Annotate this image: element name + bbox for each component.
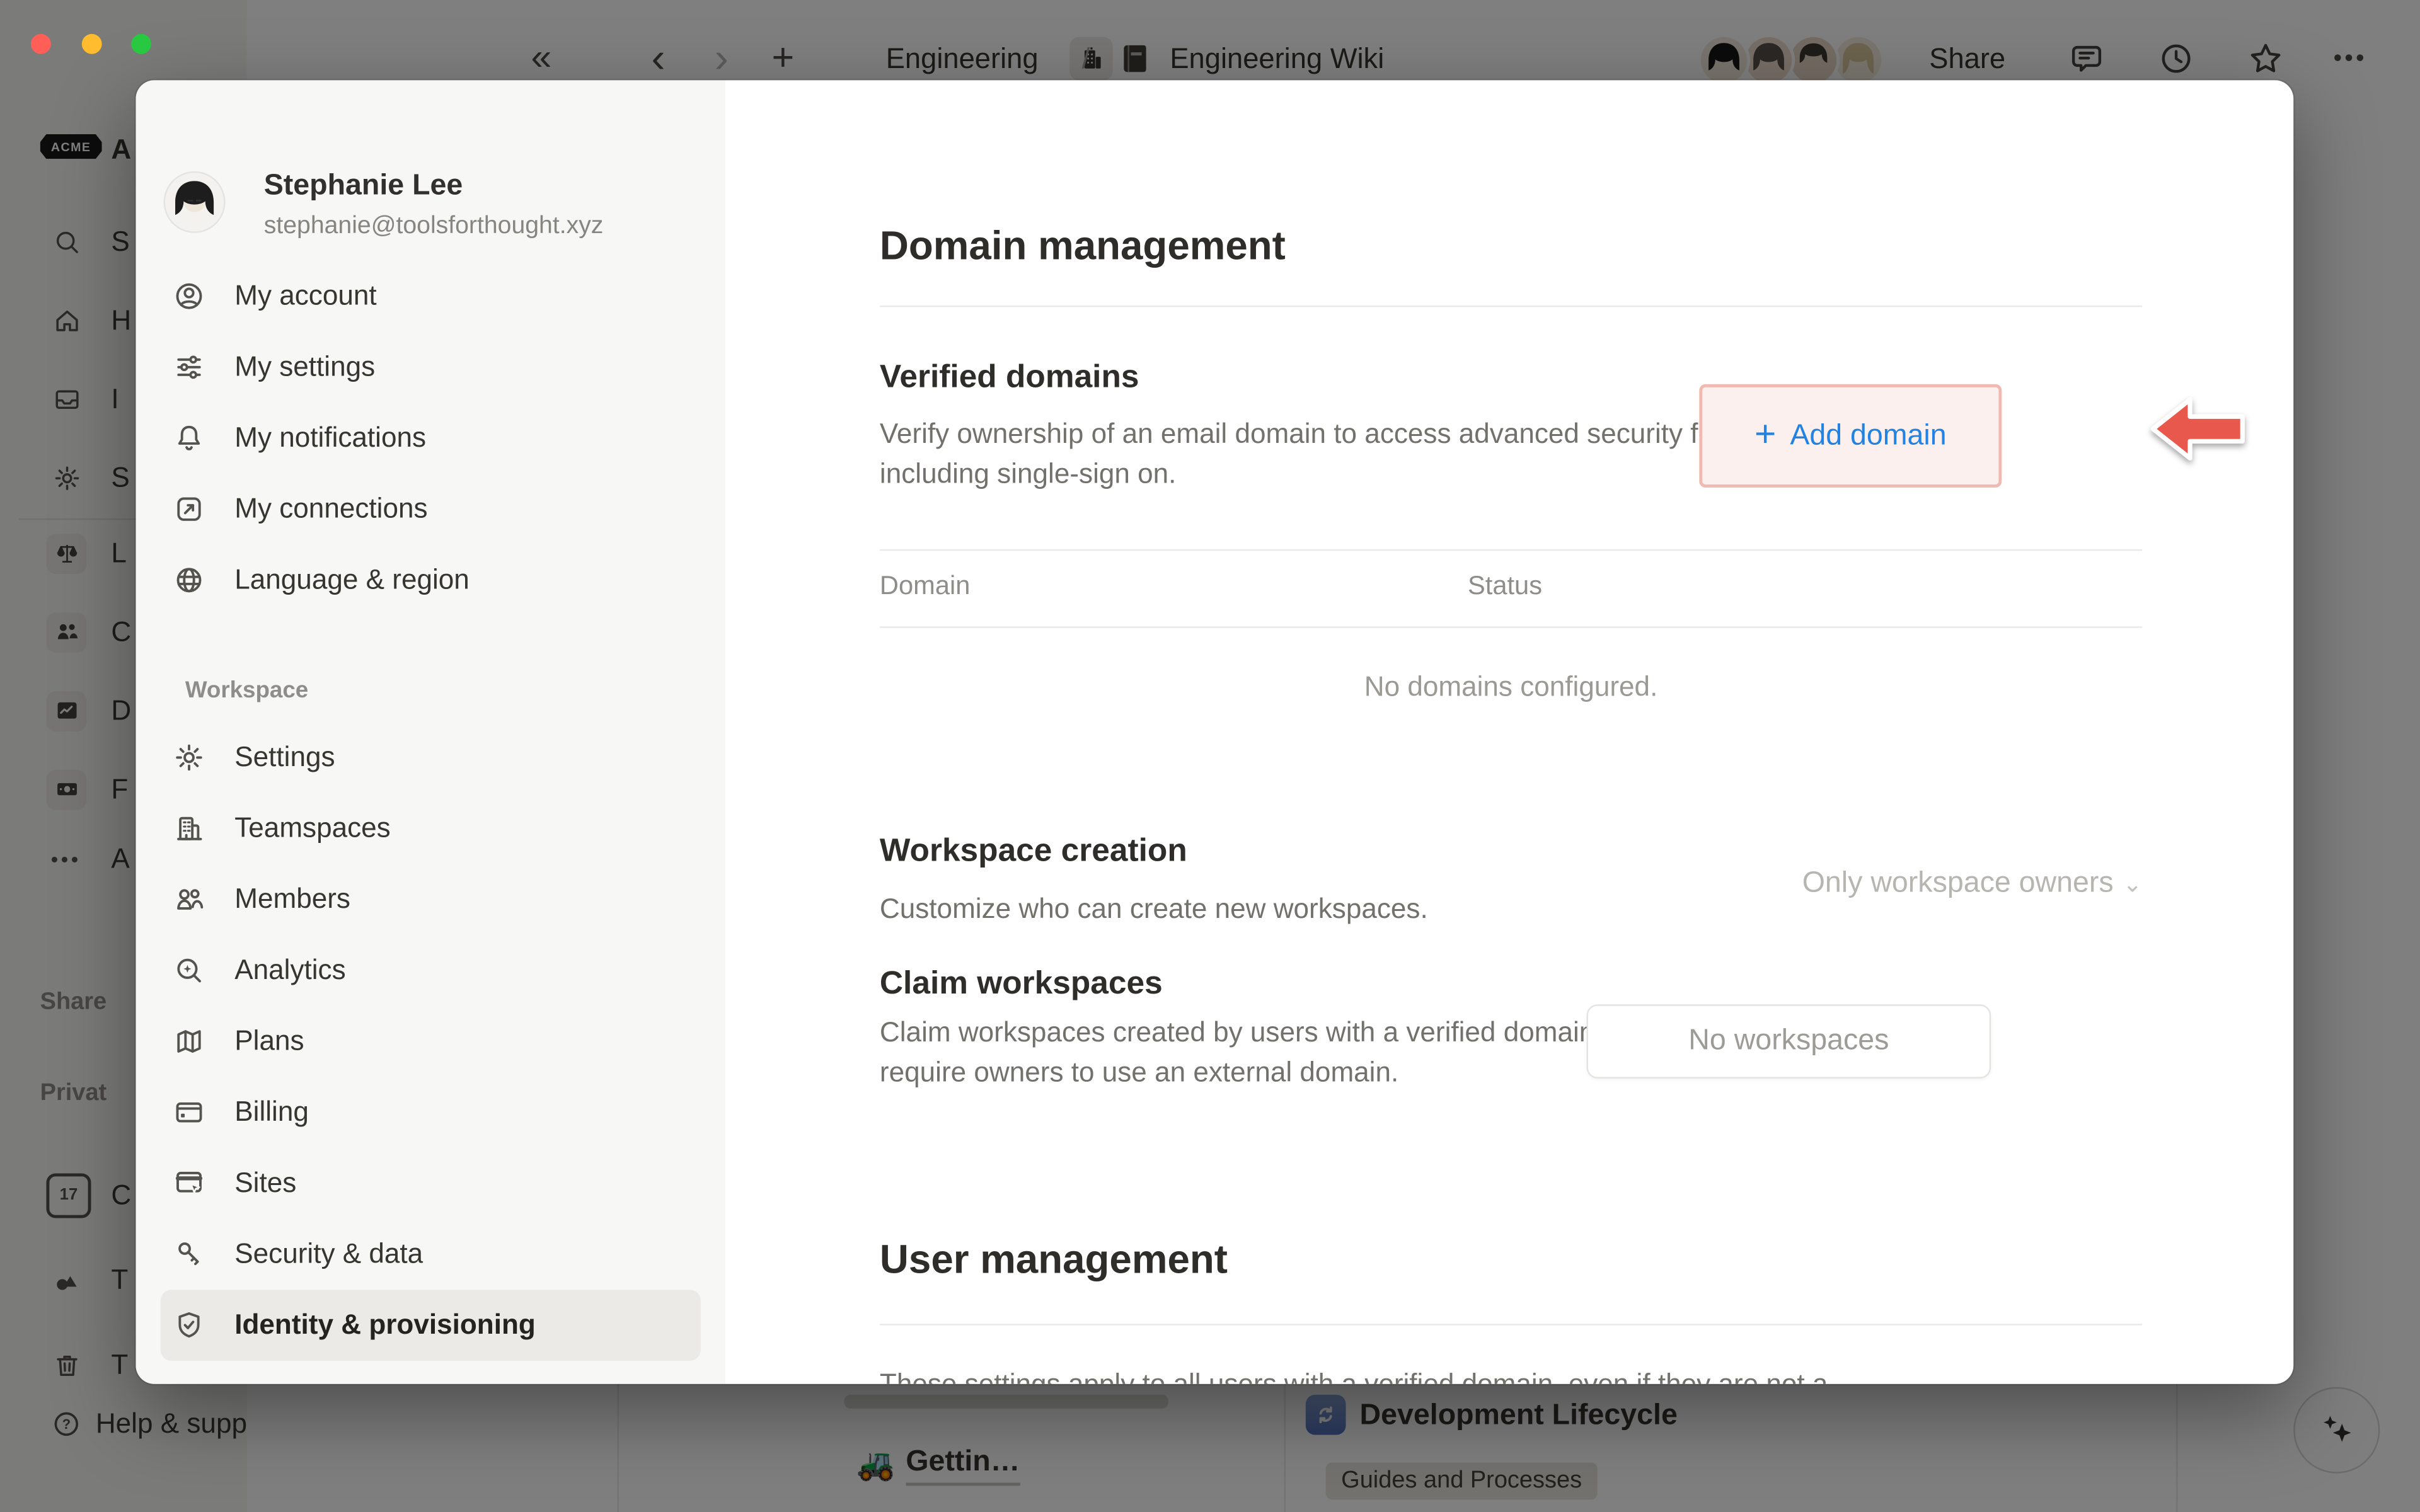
account-header: Stephanie Lee stephanie@toolsforthought.… <box>165 173 705 259</box>
globe-icon <box>173 564 205 596</box>
user-avatar <box>165 173 224 231</box>
chevron-down-icon: ⌄ <box>2123 872 2142 898</box>
settings-menu-item[interactable]: My notifications <box>161 403 701 474</box>
gear-icon <box>173 742 205 774</box>
account-menu: My account My settings My notifications <box>161 261 701 616</box>
clipped-paragraph: These settings apply to all users with a… <box>880 1364 2161 1384</box>
settings-menu-item[interactable]: Billing <box>161 1077 701 1148</box>
claim-workspaces-heading: Claim workspaces <box>880 966 2142 1003</box>
empty-state-text: No domains configured. <box>880 671 2142 703</box>
table-border <box>880 626 2142 627</box>
table-border <box>880 549 2142 551</box>
zoom-window-button[interactable] <box>131 34 151 54</box>
divider <box>880 1324 2142 1325</box>
workspace-creation-heading: Workspace creation <box>880 833 2142 870</box>
divider <box>880 306 2142 307</box>
settings-content: Domain management Verified domains Verif… <box>725 80 2293 1383</box>
settings-menu-item[interactable]: My connections <box>161 474 701 545</box>
user-email: stephanie@toolsforthought.xyz <box>264 213 604 241</box>
column-domain: Domain <box>880 571 970 600</box>
workspace-section-label: Workspace <box>185 677 308 704</box>
settings-modal: Stephanie Lee stephanie@toolsforthought.… <box>136 80 2294 1383</box>
column-status: Status <box>1468 571 1542 602</box>
settings-menu-item[interactable]: Identity & provisioning <box>161 1290 701 1361</box>
close-window-button[interactable] <box>31 34 51 54</box>
map-icon <box>173 1025 205 1057</box>
user-management-heading: User management <box>880 1236 2142 1284</box>
screenshot-viewport: ACME A S H I <box>0 0 2420 1512</box>
workspace-menu: Settings Teamspaces Members Anal <box>161 722 701 1384</box>
settings-menu-item[interactable]: Analytics <box>161 935 701 1006</box>
settings-menu-item[interactable]: Settings <box>161 722 701 793</box>
settings-menu-item[interactable]: Security & data <box>161 1219 701 1290</box>
add-domain-button[interactable]: + Add domain <box>1699 384 2002 488</box>
settings-menu-item[interactable]: My account <box>161 261 701 332</box>
settings-menu-item[interactable]: Contact support <box>161 1361 701 1384</box>
shield-icon <box>173 1309 205 1341</box>
workspace-creation-dropdown[interactable]: Only workspace owners⌄ <box>1802 867 2142 901</box>
arrow-box-icon <box>173 493 205 525</box>
members-icon <box>173 883 205 915</box>
settings-menu-item[interactable]: Language & region <box>161 544 701 616</box>
plus-icon: + <box>1754 416 1776 453</box>
page-title: Domain management <box>880 222 2142 270</box>
circle-icon <box>173 1380 205 1384</box>
building-icon <box>173 812 205 844</box>
settings-menu-item[interactable]: Members <box>161 864 701 935</box>
browser-icon <box>173 1167 205 1200</box>
no-workspaces-button[interactable]: No workspaces <box>1587 1004 1991 1079</box>
card-icon <box>173 1096 205 1128</box>
sliders-icon <box>173 351 205 383</box>
account-icon <box>173 280 205 312</box>
notion-window: ACME A S H I <box>0 0 2420 1512</box>
settings-menu-item[interactable]: Teamspaces <box>161 793 701 864</box>
key-icon <box>173 1238 205 1270</box>
settings-menu-item[interactable]: Sites <box>161 1148 701 1219</box>
user-name: Stephanie Lee <box>264 169 463 203</box>
domains-table-header: Domain Status <box>880 571 2142 602</box>
settings-menu-item[interactable]: Plans <box>161 1006 701 1077</box>
annotation-arrow-icon <box>2148 395 2247 463</box>
bell-icon <box>173 422 205 454</box>
minimize-window-button[interactable] <box>82 34 102 54</box>
settings-menu-item[interactable]: My settings <box>161 332 701 403</box>
analytics-icon <box>173 954 205 987</box>
settings-sidebar: Stephanie Lee stephanie@toolsforthought.… <box>136 80 726 1383</box>
claim-workspaces-description: Claim workspaces created by users with a… <box>880 1012 1636 1092</box>
workspace-creation-description: Customize who can create new workspaces. <box>880 889 1852 929</box>
